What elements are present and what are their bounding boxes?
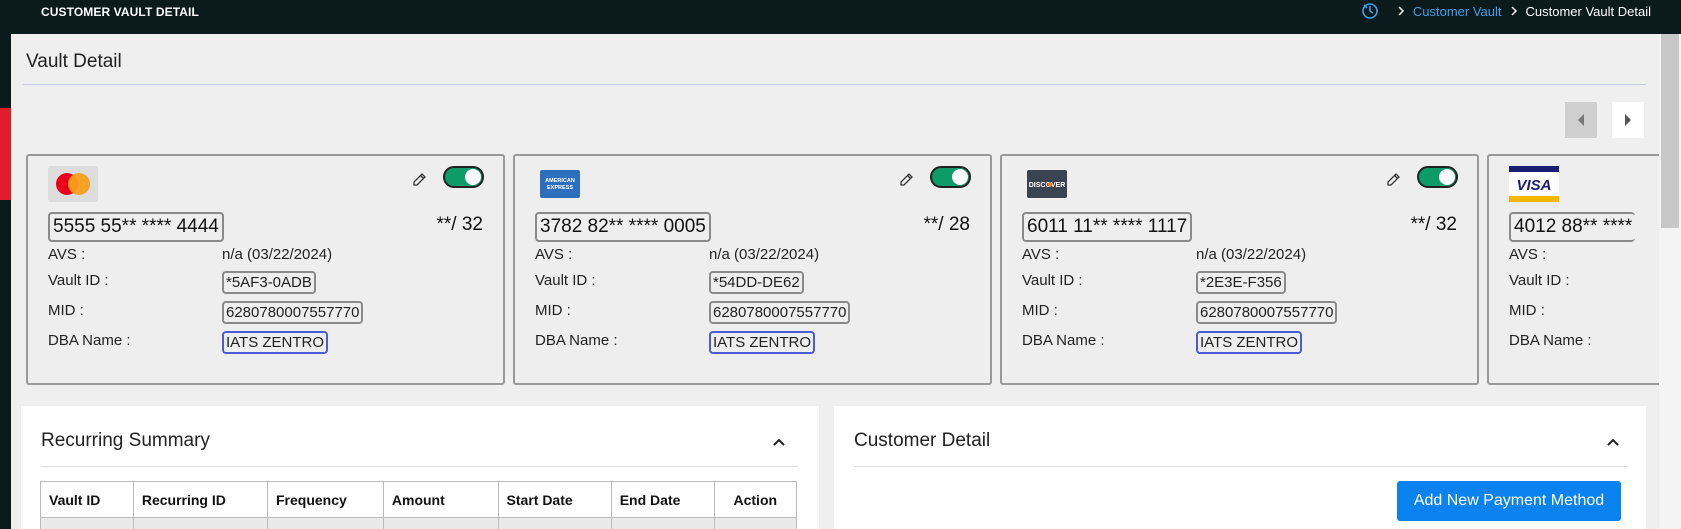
mid-label: MID : [48, 302, 84, 319]
avs-label: AVS : [535, 246, 573, 263]
amex-logo-icon: AMERICAN EXPRESS [535, 166, 585, 202]
card-active-toggle[interactable] [930, 166, 971, 188]
mid-label: MID : [535, 302, 571, 319]
col-action: Action [713, 481, 798, 518]
mid-value: 6280780007557770 [222, 301, 364, 324]
left-rail-accent [0, 108, 11, 200]
recurring-summary-title: Recurring Summary [41, 430, 210, 451]
card-active-toggle[interactable] [1417, 166, 1458, 188]
carousel-prev-button[interactable] [1565, 102, 1597, 138]
vault-id-label: Vault ID : [535, 272, 596, 289]
recurring-table: Vault ID Recurring ID Frequency Amount S… [40, 481, 798, 529]
col-frequency[interactable]: Frequency [267, 481, 384, 518]
home-icon[interactable] [1361, 2, 1379, 20]
dba-value: IATS ZENTRO [222, 331, 329, 354]
breadcrumb-current: Customer Vault Detail [1525, 3, 1651, 19]
add-new-payment-method-button[interactable]: Add New Payment Method [1397, 481, 1621, 521]
mastercard-logo-icon [48, 166, 98, 202]
mid-value: 6280780007557770 [1196, 301, 1338, 324]
col-amount[interactable]: Amount [382, 481, 499, 518]
card-active-toggle[interactable] [443, 166, 484, 188]
chevron-right-icon [1397, 6, 1405, 16]
card-expiry: **/ 28 [923, 214, 970, 235]
dba-label: DBA Name : [1022, 332, 1105, 349]
vault-id-value: *54DD-DE62 [709, 271, 804, 294]
avs-value: n/a (03/22/2024) [1196, 246, 1307, 263]
customer-detail-title: Customer Detail [854, 430, 991, 451]
panel-divider [854, 466, 1627, 467]
edit-pencil-icon[interactable] [405, 166, 433, 194]
svg-text:VISA: VISA [1516, 177, 1551, 194]
breadcrumb-customer-vault[interactable]: Customer Vault [1413, 4, 1502, 19]
avs-value: n/a (03/22/2024) [222, 246, 333, 263]
svg-text:AMERICAN: AMERICAN [545, 178, 575, 184]
dba-label: DBA Name : [48, 332, 131, 349]
dba-value: IATS ZENTRO [1196, 331, 1303, 354]
discover-logo-icon: DISCOVER [1022, 166, 1072, 202]
mid-value: 6280780007557770 [709, 301, 851, 324]
scrollbar-thumb[interactable] [1661, 34, 1679, 228]
dba-label: DBA Name : [535, 332, 618, 349]
breadcrumb: Customer Vault Customer Vault Detail [1361, 1, 1651, 21]
avs-label: AVS : [48, 246, 86, 263]
payment-card: VISA 4012 88** **** AVS : Vault ID : MID… [1487, 154, 1659, 385]
vault-id-label: Vault ID : [1022, 272, 1083, 289]
page-title: Vault Detail [26, 51, 122, 72]
recurring-summary-panel: Recurring Summary Vault ID Recurring ID … [21, 406, 819, 529]
card-number: 5555 55** **** 4444 [48, 212, 224, 242]
dba-label: DBA Name : [1509, 332, 1592, 349]
col-vault-id[interactable]: Vault ID [40, 481, 134, 518]
vault-id-value: *2E3E-F356 [1196, 271, 1286, 294]
card-number: 3782 82** **** 0005 [535, 212, 711, 242]
edit-pencil-icon[interactable] [892, 166, 920, 194]
vault-id-value: *5AF3-0ADB [222, 271, 316, 294]
col-end-date[interactable]: End Date [610, 481, 715, 518]
caret-right-icon [1625, 114, 1631, 126]
vertical-scrollbar[interactable] [1659, 34, 1681, 529]
chevron-up-icon[interactable] [771, 434, 787, 450]
customer-detail-panel: Customer Detail Add New Payment Method [834, 406, 1646, 529]
payment-card: 5555 55** **** 4444 **/ 32 AVS : n/a (03… [26, 154, 505, 385]
card-expiry: **/ 32 [1410, 214, 1457, 235]
main-content: Vault Detail 5555 55** **** 4444 **/ 32 … [11, 34, 1659, 529]
mid-label: MID : [1509, 302, 1545, 319]
app-title: CUSTOMER VAULT DETAIL [41, 5, 199, 19]
payment-card: AMERICAN EXPRESS 3782 82** **** 0005 **/ … [513, 154, 992, 385]
caret-left-icon [1578, 114, 1584, 126]
panel-divider [41, 466, 798, 467]
col-recurring-id[interactable]: Recurring ID [132, 481, 269, 518]
card-number: 4012 88** **** [1509, 212, 1636, 242]
card-number: 6011 11** **** 1117 [1022, 212, 1193, 242]
avs-label: AVS : [1022, 246, 1060, 263]
vault-id-label: Vault ID : [1509, 272, 1570, 289]
left-rail [0, 34, 11, 529]
avs-value: n/a (03/22/2024) [709, 246, 820, 263]
top-bar: CUSTOMER VAULT DETAIL Customer Vault Cus… [0, 0, 1681, 34]
table-row [40, 517, 798, 529]
visa-logo-icon: VISA [1509, 166, 1559, 202]
edit-pencil-icon[interactable] [1379, 166, 1407, 194]
vault-id-label: Vault ID : [48, 272, 109, 289]
dba-value: IATS ZENTRO [709, 331, 816, 354]
carousel-next-button[interactable] [1612, 102, 1644, 138]
svg-text:EXPRESS: EXPRESS [547, 185, 573, 191]
chevron-right-icon [1510, 6, 1518, 16]
svg-text:DISCOVER: DISCOVER [1029, 182, 1066, 189]
chevron-up-icon[interactable] [1605, 434, 1621, 450]
title-divider [23, 84, 1646, 85]
card-expiry: **/ 32 [436, 214, 483, 235]
avs-label: AVS : [1509, 246, 1547, 263]
col-start-date[interactable]: Start Date [497, 481, 612, 518]
payment-card: DISCOVER 6011 11** **** 1117 **/ 32 AVS … [1000, 154, 1479, 385]
mid-label: MID : [1022, 302, 1058, 319]
